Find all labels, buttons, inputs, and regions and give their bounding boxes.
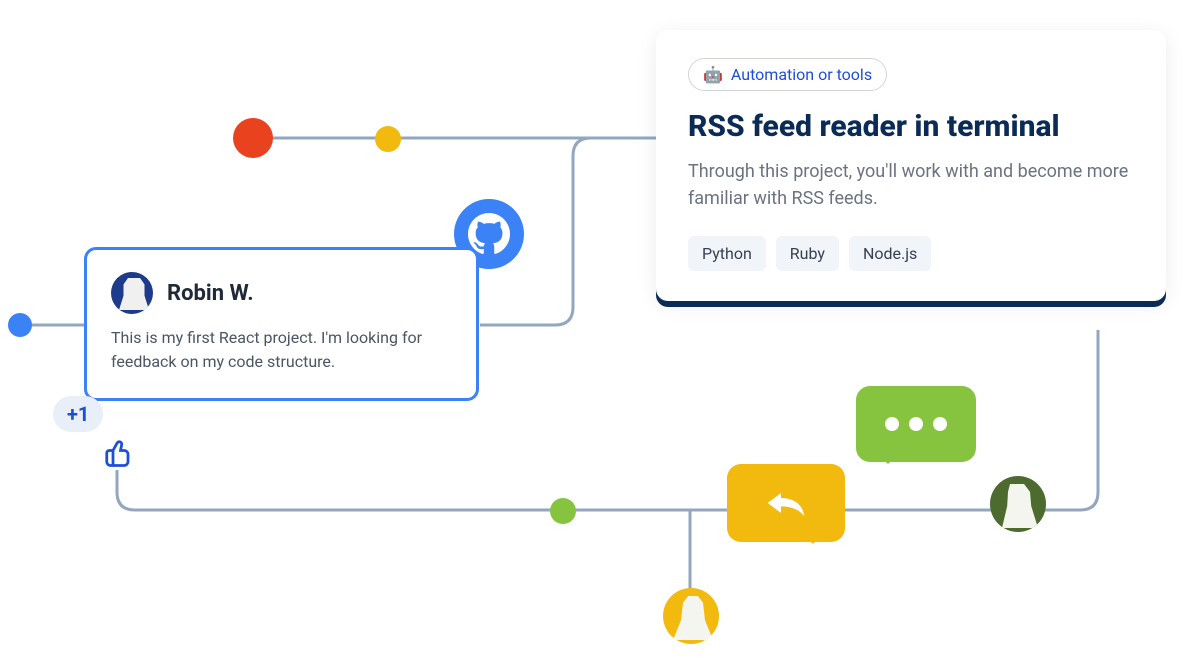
typing-dot <box>909 417 923 431</box>
upvote-label: +1 <box>67 402 89 426</box>
tag[interactable]: Python <box>688 236 766 271</box>
typing-dot <box>933 417 947 431</box>
node-dot-green <box>550 498 576 524</box>
user-avatar-yellow <box>663 588 719 644</box>
typing-dot <box>885 417 899 431</box>
user-avatar-green <box>990 476 1046 532</box>
thumbsup-icon <box>103 438 133 472</box>
project-description: Through this project, you'll work with a… <box>688 158 1134 212</box>
tag[interactable]: Node.js <box>849 236 931 271</box>
project-card[interactable]: 🤖 Automation or tools RSS feed reader in… <box>656 30 1166 301</box>
category-emoji: 🤖 <box>703 65 723 84</box>
author-avatar <box>111 272 153 314</box>
chat-bubble <box>856 386 976 462</box>
reply-bubble <box>727 464 845 542</box>
upvote-badge[interactable]: +1 <box>53 396 103 432</box>
category-pill: 🤖 Automation or tools <box>688 58 887 91</box>
project-title: RSS feed reader in terminal <box>688 109 1134 144</box>
node-dot-yellow <box>375 126 401 152</box>
tag[interactable]: Ruby <box>776 236 839 271</box>
feedback-card[interactable]: Robin W. This is my first React project.… <box>84 247 479 401</box>
node-dot-orange <box>233 118 273 158</box>
category-label: Automation or tools <box>731 65 872 84</box>
project-tags: Python Ruby Node.js <box>688 236 1134 271</box>
node-dot-blue <box>8 313 32 337</box>
reply-arrow-icon <box>766 487 806 519</box>
author-name: Robin W. <box>167 281 254 306</box>
feedback-message: This is my first React project. I'm look… <box>111 326 452 374</box>
